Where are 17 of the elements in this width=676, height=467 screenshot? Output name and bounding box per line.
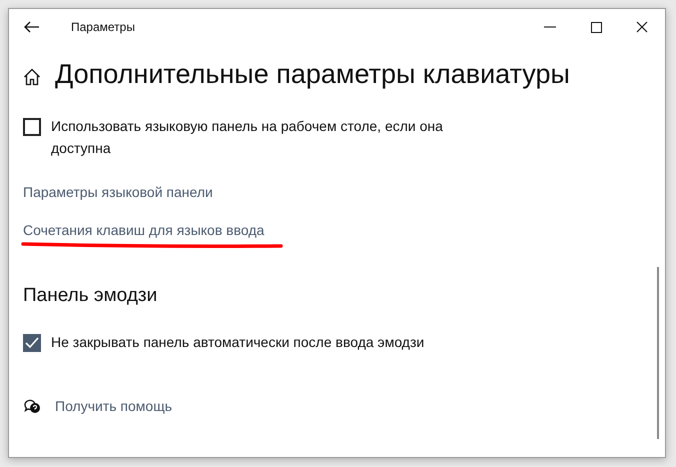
settings-link[interactable]: Параметры языковой панели xyxy=(23,184,213,200)
help-chat-icon xyxy=(23,397,41,415)
checkbox-label: Не закрывать панель автоматически после ввода эмодзи xyxy=(51,333,424,352)
help-link[interactable]: Получить помощь xyxy=(55,398,172,414)
checkbox[interactable] xyxy=(23,334,41,352)
minimize-icon xyxy=(544,26,556,28)
settings-link[interactable]: Сочетания клавиш для языков ввода xyxy=(23,222,264,238)
close-icon xyxy=(636,21,648,33)
checkbox-label: Использовать языковую панель на рабочем столе, если она доступна xyxy=(51,117,444,158)
scrollbar[interactable] xyxy=(657,267,659,439)
back-arrow-icon xyxy=(24,21,40,33)
page-title: Дополнительные параметры клавиатуры xyxy=(55,59,570,90)
checkbox[interactable] xyxy=(23,118,41,136)
section-heading: Панель эмодзи xyxy=(23,285,158,307)
maximize-icon xyxy=(590,22,602,32)
home-icon[interactable] xyxy=(23,68,41,86)
window-title: Параметры xyxy=(71,20,136,34)
